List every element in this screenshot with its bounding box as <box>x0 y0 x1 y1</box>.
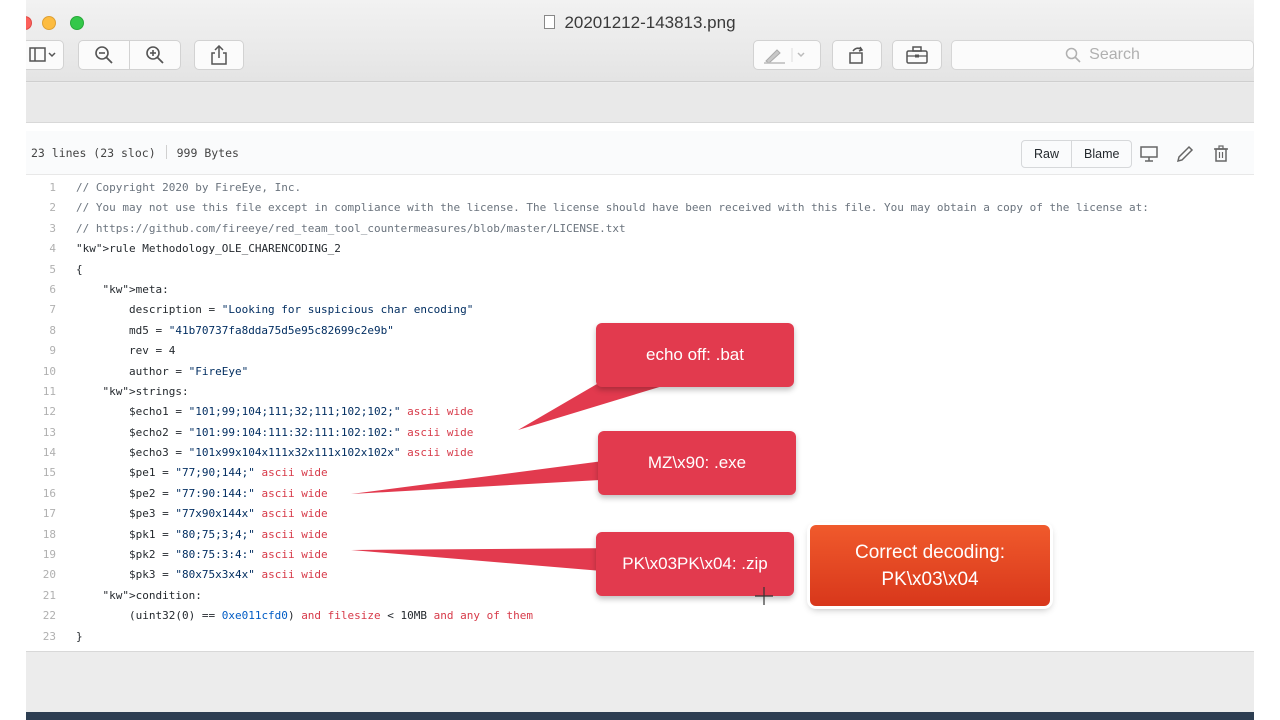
correct-decoding-callout: Correct decoding: PK\x03\x04 <box>810 525 1050 606</box>
mz-callout-text: MZ\x90: .exe <box>647 453 747 472</box>
correct-decoding-value: PK\x03\x04 <box>881 568 979 590</box>
crosshair-cursor-icon <box>755 587 773 605</box>
correct-decoding-title: Correct decoding: <box>855 541 1005 563</box>
pk-callout-text: PK\x03PK\x04: .zip <box>622 554 768 573</box>
echo-callout-text: echo off: .bat <box>646 345 744 364</box>
desktop-right-edge <box>1254 0 1280 720</box>
mz-callout-pointer <box>351 458 636 494</box>
preview-window: 20201212-143813.png Search 23 lines (23 … <box>26 0 1254 712</box>
pk-callout-pointer <box>351 548 626 573</box>
mz-callout: MZ\x90: .exe <box>598 431 796 495</box>
echo-callout: echo off: .bat <box>596 323 794 387</box>
desktop-left-edge <box>0 0 26 720</box>
